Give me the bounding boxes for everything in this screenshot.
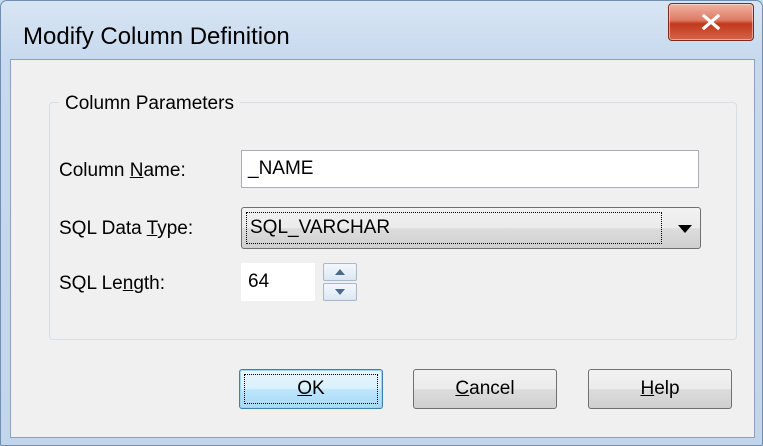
close-x-icon bbox=[701, 14, 721, 30]
spin-down-button[interactable] bbox=[323, 283, 357, 301]
arrow-down-icon bbox=[335, 289, 345, 295]
dialog-window: Modify Column Definition Column Paramete… bbox=[0, 0, 763, 446]
sql-data-type-label: SQL Data Type: bbox=[59, 218, 194, 239]
window-title: Modify Column Definition bbox=[23, 23, 290, 50]
column-name-input[interactable]: _NAME bbox=[241, 150, 699, 188]
title-bar[interactable]: Modify Column Definition bbox=[1, 1, 762, 63]
cancel-button[interactable]: Cancel bbox=[413, 369, 557, 409]
sql-data-type-dropdown[interactable]: SQL_VARCHAR bbox=[241, 207, 701, 249]
help-button[interactable]: Help bbox=[588, 369, 732, 409]
spin-up-button[interactable] bbox=[323, 263, 357, 281]
ok-button[interactable]: OK bbox=[239, 369, 383, 409]
close-button[interactable] bbox=[668, 3, 754, 41]
chevron-down-icon[interactable] bbox=[678, 225, 692, 233]
arrow-up-icon bbox=[335, 269, 345, 275]
sql-length-label: SQL Length: bbox=[59, 273, 166, 294]
sql-length-spinner[interactable] bbox=[323, 263, 357, 301]
focus-ring bbox=[244, 374, 378, 404]
sql-length-input[interactable]: 64 bbox=[241, 263, 315, 301]
column-name-label: Column Name: bbox=[59, 160, 186, 181]
sql-data-type-value: SQL_VARCHAR bbox=[246, 212, 662, 244]
group-label: Column Parameters bbox=[59, 93, 240, 115]
dialog-client-area: Column Parameters Column Name: _NAME SQL… bbox=[10, 59, 755, 438]
